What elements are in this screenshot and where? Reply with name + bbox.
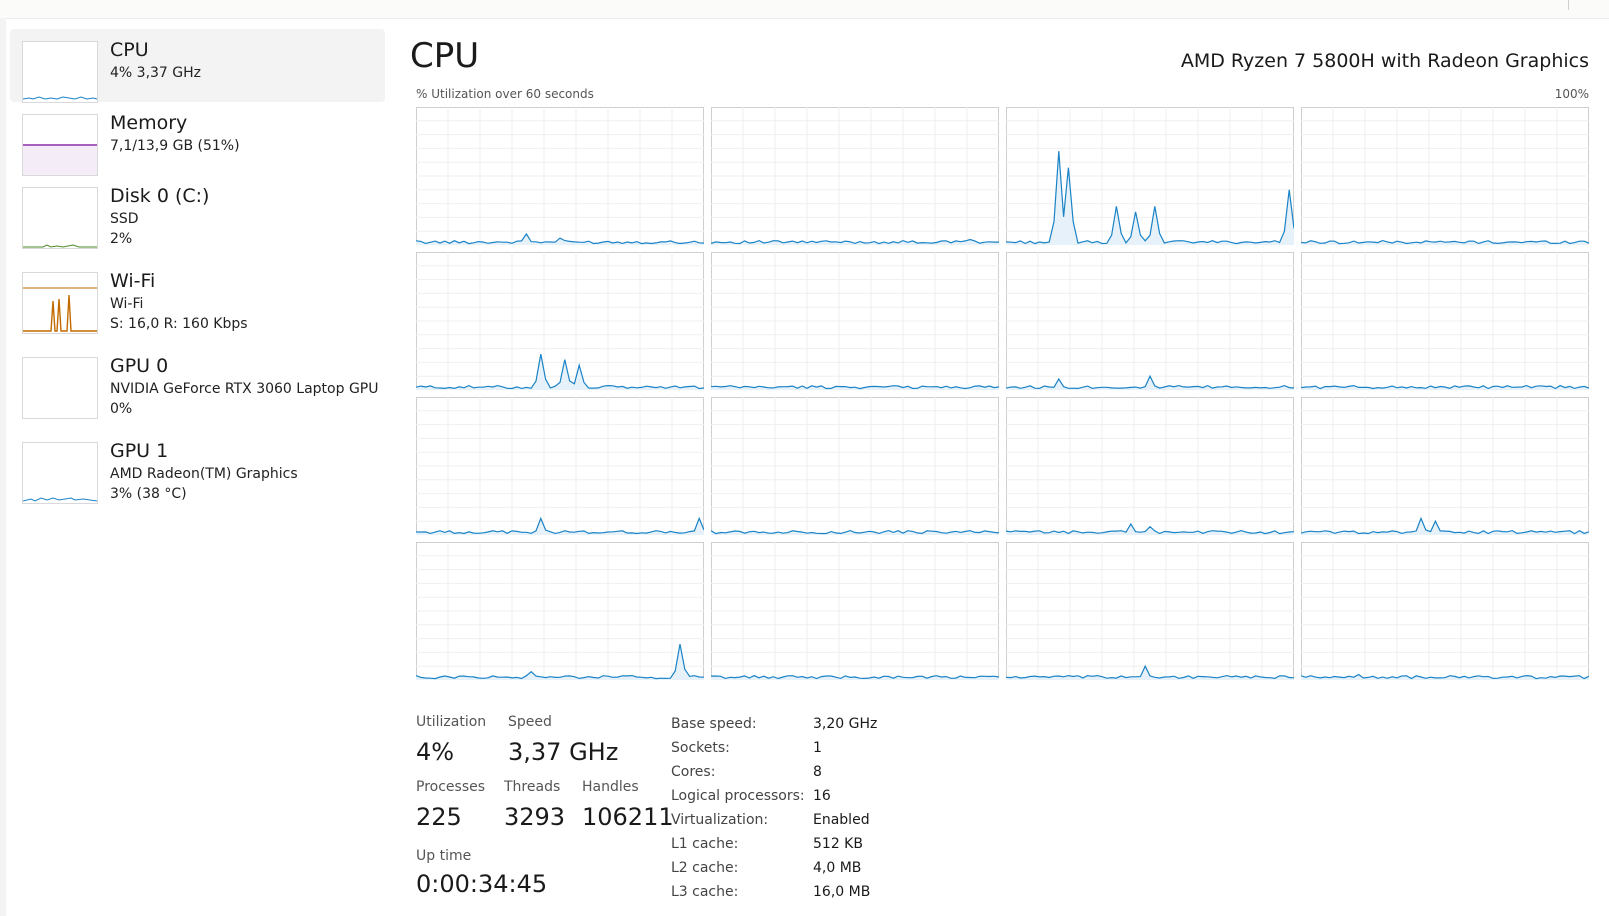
handles-value: 106211 [582, 803, 674, 831]
sidebar-title: GPU 1 [110, 440, 169, 462]
sidebar-title: CPU [110, 39, 149, 61]
window-top-bar [0, 0, 1609, 19]
core-graph-4 [416, 252, 704, 390]
core-graph-12 [416, 542, 704, 680]
sidebar-item-disk[interactable]: Disk 0 (C:) SSD 2% [10, 175, 385, 249]
detail-key: Sockets: [671, 740, 730, 756]
threads-label: Threads [504, 779, 561, 795]
detail-value: 16 [813, 788, 831, 804]
detail-value: 512 KB [813, 836, 863, 852]
left-edge [0, 18, 6, 916]
page-title: CPU [410, 36, 480, 76]
detail-value: 1 [813, 740, 822, 756]
detail-value: 3,20 GHz [813, 716, 878, 732]
uptime-label: Up time [416, 848, 472, 864]
sidebar-line2: 2% [110, 231, 133, 247]
core-utilization-grid [416, 107, 1589, 680]
sidebar-line1: AMD Radeon(TM) Graphics [110, 466, 298, 482]
detail-key: Cores: [671, 764, 716, 780]
sidebar-line1: NVIDIA GeForce RTX 3060 Laptop GPU [110, 381, 379, 397]
graph-caption: % Utilization over 60 seconds [416, 87, 594, 101]
core-graph-6 [1006, 252, 1294, 390]
core-graph-8 [416, 397, 704, 535]
core-graph-11 [1301, 397, 1589, 535]
handles-label: Handles [582, 779, 639, 795]
detail-key: Logical processors: [671, 788, 805, 804]
utilization-label: Utilization [416, 714, 487, 730]
sidebar-line2: 3% (38 °C) [110, 486, 187, 502]
sidebar-item-memory[interactable]: Memory 7,1/13,9 GB (51%) [10, 102, 385, 176]
core-graph-1 [711, 107, 999, 245]
top-bar-separator [1568, 0, 1569, 10]
detail-value: 16,0 MB [813, 884, 871, 900]
sidebar-line2: 0% [110, 401, 133, 417]
uptime-value: 0:00:34:45 [416, 870, 548, 898]
utilization-value: 4% [416, 738, 455, 766]
detail-key: L1 cache: [671, 836, 739, 852]
detail-key: Virtualization: [671, 812, 769, 828]
core-graph-5 [711, 252, 999, 390]
detail-key: Base speed: [671, 716, 757, 732]
core-graph-9 [711, 397, 999, 535]
sidebar-title: Wi-Fi [110, 270, 156, 292]
speed-label: Speed [508, 714, 552, 730]
sidebar-line1: SSD [110, 211, 139, 227]
core-graph-10 [1006, 397, 1294, 535]
gpu1-graph-icon [22, 442, 98, 504]
detail-key: L3 cache: [671, 884, 739, 900]
gpu0-graph-icon [22, 357, 98, 419]
sidebar-item-gpu0[interactable]: GPU 0 NVIDIA GeForce RTX 3060 Laptop GPU… [10, 345, 385, 419]
core-graph-14 [1006, 542, 1294, 680]
disk-graph-icon [22, 187, 98, 249]
core-graph-0 [416, 107, 704, 245]
sidebar-title: GPU 0 [110, 355, 169, 377]
sidebar-item-wifi[interactable]: Wi-Fi Wi-Fi S: 16,0 R: 160 Kbps [10, 260, 385, 334]
detail-key: L2 cache: [671, 860, 739, 876]
wifi-graph-icon [22, 272, 98, 334]
speed-value: 3,37 GHz [508, 738, 619, 766]
detail-value: 4,0 MB [813, 860, 862, 876]
processes-label: Processes [416, 779, 486, 795]
sidebar-item-cpu[interactable]: CPU 4% 3,37 GHz [10, 29, 385, 103]
sidebar-line1: Wi-Fi [110, 296, 144, 312]
sidebar-line1: 4% 3,37 GHz [110, 65, 202, 81]
processes-value: 225 [416, 803, 462, 831]
sidebar-title: Disk 0 (C:) [110, 185, 210, 207]
core-graph-3 [1301, 107, 1589, 245]
sidebar-item-gpu1[interactable]: GPU 1 AMD Radeon(TM) Graphics 3% (38 °C) [10, 430, 385, 504]
sidebar-line1: 7,1/13,9 GB (51%) [110, 138, 240, 154]
sidebar-title: Memory [110, 112, 188, 134]
graph-max-label: 100% [1554, 87, 1589, 101]
core-graph-13 [711, 542, 999, 680]
detail-value: 8 [813, 764, 822, 780]
core-graph-7 [1301, 252, 1589, 390]
memory-graph-icon [22, 114, 98, 176]
sidebar-line2: S: 16,0 R: 160 Kbps [110, 316, 248, 332]
detail-value: Enabled [813, 812, 870, 828]
core-graph-15 [1301, 542, 1589, 680]
cpu-model-name: AMD Ryzen 7 5800H with Radeon Graphics [1180, 50, 1589, 72]
core-graph-2 [1006, 107, 1294, 245]
threads-value: 3293 [504, 803, 566, 831]
cpu-graph-icon [22, 41, 98, 103]
